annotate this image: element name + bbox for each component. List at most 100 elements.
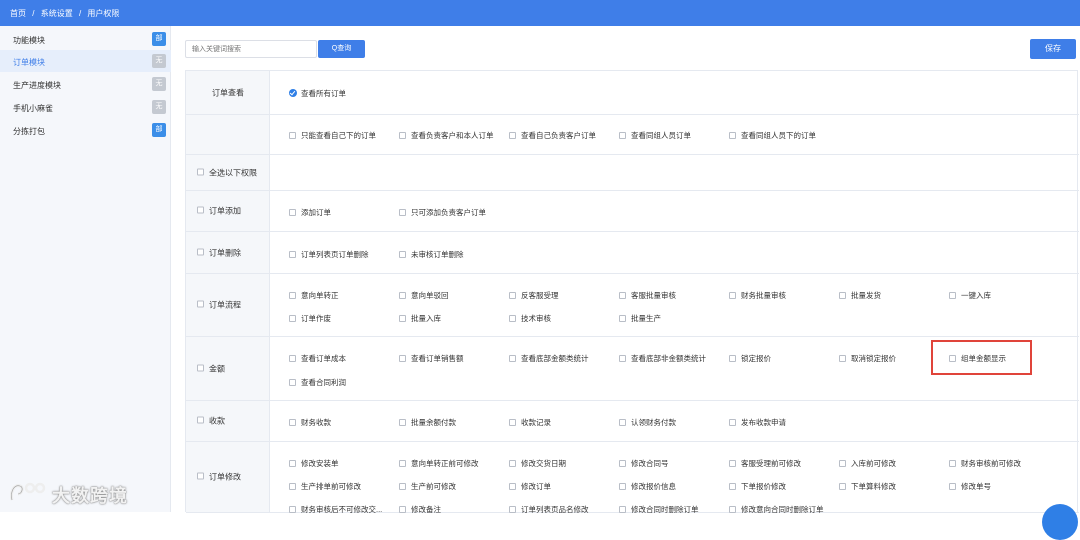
checkbox-icon (839, 459, 846, 467)
option-checkbox[interactable]: 财务审核后不可修改交... (289, 504, 382, 515)
option-checkbox[interactable]: 技术审核 (509, 313, 551, 324)
save-button[interactable]: 保存 (1030, 39, 1076, 59)
option-checkbox[interactable]: 修改意向合同时删除订单 (729, 504, 824, 515)
row-title: 订单删除 (209, 248, 241, 257)
option-checkbox[interactable]: 订单作废 (289, 313, 331, 324)
option-checkbox[interactable]: 下单报价修改 (729, 481, 786, 492)
option-checkbox[interactable]: 修改交货日期 (509, 458, 566, 469)
option-checkbox[interactable]: 修改安装单 (289, 458, 339, 469)
row-header[interactable]: 全选以下权限 (186, 155, 270, 190)
option-label: 财务审核后不可修改交... (301, 505, 383, 514)
option-label: 下单算料修改 (851, 482, 896, 491)
option-checkbox[interactable]: 查看合同利润 (289, 377, 346, 388)
row-order-delete: 订单删除 订单列表页订单删除 未审核订单删除 (186, 232, 1079, 274)
row-header[interactable]: 收款 (186, 401, 270, 441)
option-checkbox[interactable]: 财务收款 (289, 417, 331, 428)
option-checkbox[interactable]: 下单算料修改 (839, 481, 896, 492)
option-checkbox[interactable]: 修改合同号 (619, 458, 669, 469)
option-checkbox[interactable]: 订单列表页品名修改 (509, 504, 589, 515)
select-all-checkbox[interactable]: 全选以下权限 (197, 167, 257, 178)
status-badge: 部 (152, 32, 166, 46)
checkbox-icon (197, 416, 204, 424)
row-header[interactable]: 订单修改 (186, 442, 270, 512)
option-checkbox[interactable]: 取消锁定报价 (839, 353, 896, 364)
option-label: 订单列表页订单删除 (301, 250, 369, 259)
option-checkbox[interactable]: 锁定报价 (729, 353, 771, 364)
highlight-box (931, 340, 1032, 375)
option-checkbox[interactable]: 生产前可修改 (399, 481, 456, 492)
option-checkbox[interactable]: 订单列表页订单删除 (289, 249, 369, 260)
option-checkbox[interactable]: 反客服受理 (509, 290, 559, 301)
option-checkbox[interactable]: 财务审核前可修改 (949, 458, 1021, 469)
checkbox-icon (289, 378, 296, 386)
group-checkbox[interactable]: 订单流程 (197, 300, 241, 311)
option-checkbox[interactable]: 未审核订单删除 (399, 249, 464, 260)
group-checkbox[interactable]: 订单修改 (197, 472, 241, 483)
option-checkbox[interactable]: 修改单号 (949, 481, 991, 492)
row-header[interactable]: 金额 (186, 337, 270, 400)
row-header[interactable]: 订单删除 (186, 232, 270, 273)
option-label: 查看合同利润 (301, 378, 346, 387)
option-checkbox[interactable]: 修改合同时删除订单 (619, 504, 699, 515)
option-checkbox[interactable]: 认领财务付款 (619, 417, 676, 428)
view-all-orders-radio[interactable]: 查看所有订单 (289, 88, 346, 99)
option-checkbox[interactable]: 添加订单 (289, 207, 331, 218)
search-button[interactable]: Q查询 (318, 40, 365, 58)
sidebar-item-function-module[interactable]: 功能模块 部 (0, 28, 171, 50)
option-checkbox[interactable]: 只能查看自己下的订单 (289, 130, 376, 141)
option-checkbox[interactable]: 查看底部金额类统计 (509, 353, 589, 364)
option-checkbox[interactable]: 查看自己负责客户订单 (509, 130, 596, 141)
checkbox-icon (619, 131, 626, 139)
row-title: 订单修改 (209, 472, 241, 482)
option-checkbox[interactable]: 查看负责客户和本人订单 (399, 130, 494, 141)
option-checkbox[interactable]: 意向单驳回 (399, 290, 449, 301)
option-checkbox[interactable]: 修改报价信息 (619, 481, 676, 492)
breadcrumb-system-settings[interactable]: 系统设置 (41, 9, 73, 18)
group-checkbox[interactable]: 金额 (197, 363, 225, 374)
option-checkbox[interactable]: 客服受理前可修改 (729, 458, 801, 469)
option-checkbox[interactable]: 生产排单前可修改 (289, 481, 361, 492)
option-checkbox[interactable]: 修改订单 (509, 481, 551, 492)
option-checkbox[interactable]: 查看订单销售额 (399, 353, 464, 364)
option-checkbox[interactable]: 入库前可修改 (839, 458, 896, 469)
option-checkbox[interactable]: 批量入库 (399, 313, 441, 324)
option-checkbox[interactable]: 查看底部非金额类统计 (619, 353, 706, 364)
option-checkbox[interactable]: 客服批量审核 (619, 290, 676, 301)
option-checkbox[interactable]: 查看同组人员下的订单 (729, 130, 816, 141)
row-header[interactable]: 订单添加 (186, 191, 270, 231)
sidebar-item-sorting-packing[interactable]: 分拣打包 部 (0, 119, 171, 141)
option-checkbox[interactable]: 查看同组人员订单 (619, 130, 691, 141)
option-checkbox[interactable]: 只可添加负责客户订单 (399, 207, 486, 218)
option-checkbox[interactable]: 一键入库 (949, 290, 991, 301)
option-checkbox[interactable]: 发布收款申请 (729, 417, 786, 428)
option-checkbox[interactable]: 批量生产 (619, 313, 661, 324)
row-header[interactable]: 订单流程 (186, 274, 270, 336)
option-checkbox[interactable]: 意向单转正前可修改 (399, 458, 479, 469)
sidebar-item-order-module[interactable]: 订单模块 无 (0, 50, 171, 72)
option-checkbox[interactable]: 批量余额付款 (399, 417, 456, 428)
search-input[interactable] (185, 40, 317, 58)
checkbox-icon (619, 314, 626, 322)
row-order-view: 订单查看 查看所有订单 (186, 71, 1079, 115)
group-checkbox[interactable]: 收款 (197, 416, 225, 427)
permission-table: 订单查看 查看所有订单 只能查看自己下的订单 查看负责客户和本人订单 查看自己负… (185, 70, 1079, 515)
group-checkbox[interactable]: 订单添加 (197, 206, 241, 217)
option-checkbox[interactable]: 收款记录 (509, 417, 551, 428)
option-checkbox[interactable]: 修改备注 (399, 504, 441, 515)
group-checkbox[interactable]: 订单删除 (197, 247, 241, 258)
option-label: 未审核订单删除 (411, 250, 464, 259)
breadcrumb-home[interactable]: 首页 (10, 9, 26, 18)
floating-action-button[interactable] (1042, 504, 1078, 540)
option-label: 修改合同号 (631, 459, 669, 468)
option-checkbox[interactable]: 批量发货 (839, 290, 881, 301)
option-label: 反客服受理 (521, 291, 559, 300)
checkbox-icon (619, 505, 626, 513)
option-label: 查看自己负责客户订单 (521, 131, 596, 140)
top-bar: 首页 / 系统设置 / 用户权限 (0, 0, 1080, 26)
sidebar-item-mobile-sparrow[interactable]: 手机小麻雀 无 (0, 96, 171, 118)
sidebar-item-production-module[interactable]: 生产进度模块 无 (0, 73, 171, 95)
option-label: 查看订单成本 (301, 354, 346, 363)
option-checkbox[interactable]: 查看订单成本 (289, 353, 346, 364)
option-checkbox[interactable]: 意向单转正 (289, 290, 339, 301)
option-checkbox[interactable]: 财务批量审核 (729, 290, 786, 301)
